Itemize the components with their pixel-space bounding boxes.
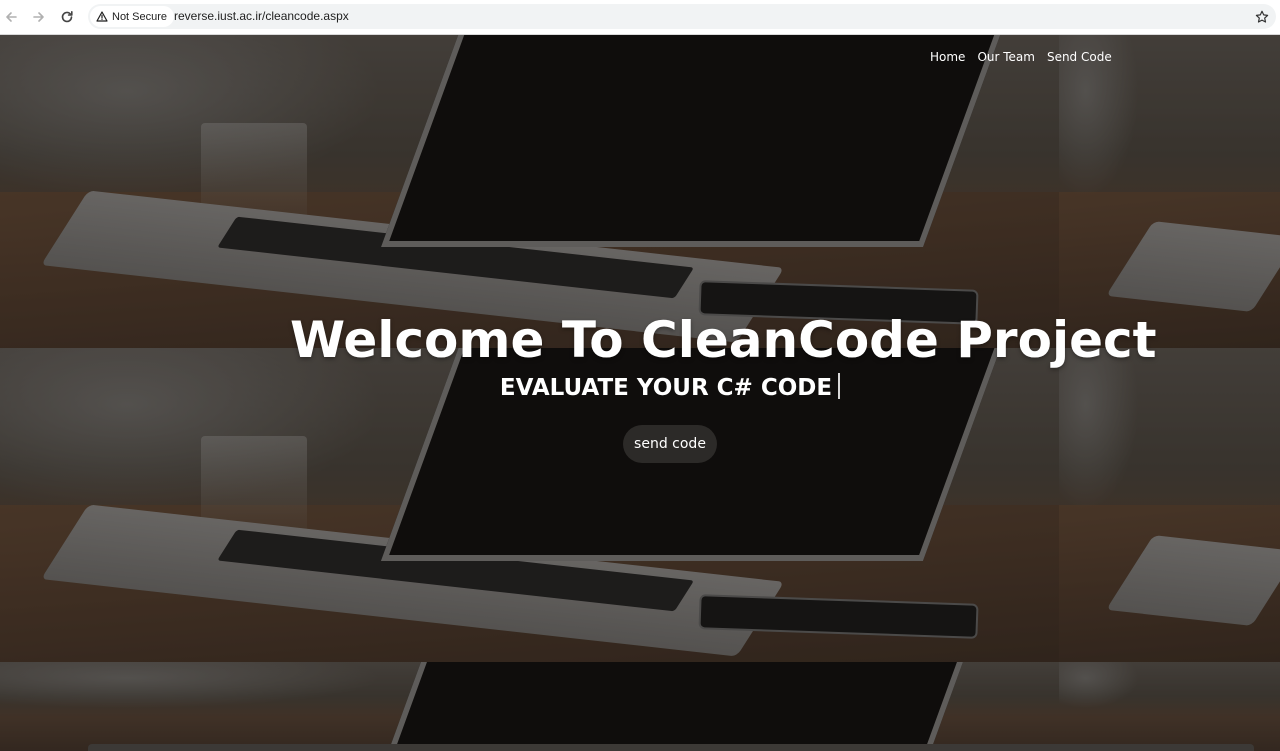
back-button[interactable]: [2, 8, 20, 26]
bottom-panel-edge: [88, 744, 1254, 751]
site-nav: Home Our Team Send Code: [930, 50, 1112, 64]
nav-link-home[interactable]: Home: [930, 50, 965, 64]
typing-caret: [838, 373, 841, 399]
security-label: Not Secure: [112, 10, 168, 23]
address-bar[interactable]: Not Secure reverse.iust.ac.ir/cleancode.…: [88, 4, 1276, 29]
hero-title: Welcome To CleanCode Project: [290, 311, 1157, 369]
back-arrow-icon: [6, 12, 17, 22]
warning-triangle-icon: [96, 11, 108, 22]
bookmark-button[interactable]: [1254, 9, 1270, 25]
send-code-button[interactable]: send code: [623, 425, 717, 463]
page-viewport: Home Our Team Send Code Welcome To Clean…: [0, 35, 1280, 751]
hero-subtitle: EVALUATE YOUR C# CODE: [499, 375, 833, 401]
nav-link-our-team[interactable]: Our Team: [977, 50, 1035, 64]
nav-link-send-code[interactable]: Send Code: [1047, 50, 1112, 64]
url-text[interactable]: reverse.iust.ac.ir/cleancode.aspx: [174, 4, 349, 29]
forward-button[interactable]: [30, 8, 48, 26]
bookmark-star-icon: [1255, 10, 1269, 23]
hero-subtitle-container: EVALUATE YOUR C# CODE: [0, 371, 1280, 405]
browser-toolbar: Not Secure reverse.iust.ac.ir/cleancode.…: [0, 0, 1280, 35]
security-indicator[interactable]: Not Secure: [90, 6, 175, 27]
forward-arrow-icon: [33, 12, 44, 22]
reload-icon: [61, 11, 73, 23]
reload-button[interactable]: [58, 8, 76, 26]
